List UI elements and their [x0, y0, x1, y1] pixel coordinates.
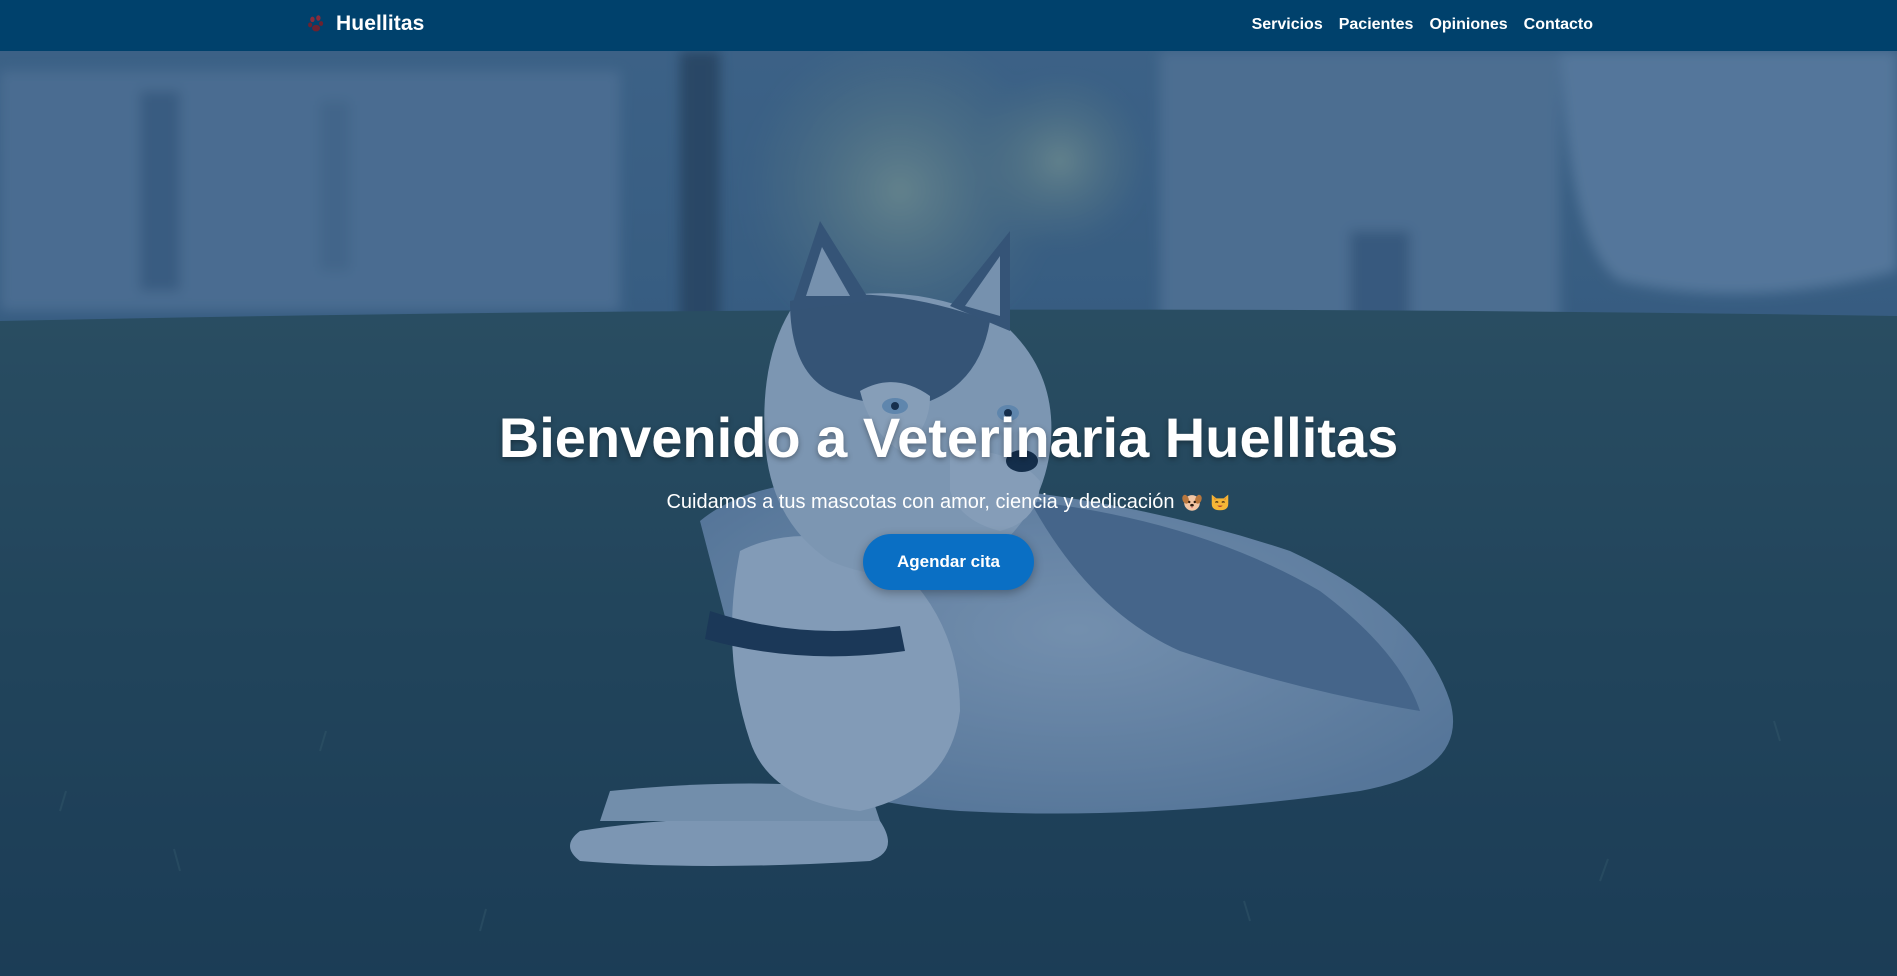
hero-content: Bienvenido a Veterinaria Huellitas Cuida…	[0, 51, 1897, 976]
dog-face-icon	[1181, 495, 1202, 512]
schedule-appointment-button[interactable]: Agendar cita	[863, 533, 1034, 590]
hero-subtitle: Cuidamos a tus mascotas con amor, cienci…	[666, 491, 1230, 514]
nav-item: Pacientes	[1339, 14, 1414, 34]
nav-link-pacientes[interactable]: Pacientes	[1339, 16, 1414, 33]
nav-link-opiniones[interactable]: Opiniones	[1429, 16, 1507, 33]
hero-section: Bienvenido a Veterinaria Huellitas Cuida…	[0, 51, 1897, 976]
cat-face-icon	[1211, 494, 1228, 511]
nav-menu: Servicios Pacientes Opiniones Contacto	[1252, 0, 1593, 48]
brand-name: Huellitas	[336, 12, 425, 35]
nav-link-servicios[interactable]: Servicios	[1252, 16, 1323, 33]
hero-subtitle-text: Cuidamos a tus mascotas con amor, cienci…	[666, 490, 1175, 513]
brand-logo-link[interactable]: Huellitas	[306, 0, 424, 48]
top-navbar: Huellitas Servicios Pacientes Opiniones …	[0, 0, 1897, 51]
nav-link-contacto[interactable]: Contacto	[1524, 16, 1593, 33]
nav-item: Servicios	[1252, 14, 1323, 34]
nav-item: Opiniones	[1429, 14, 1507, 34]
paw-icon	[308, 15, 324, 32]
hero-title: Bienvenido a Veterinaria Huellitas	[498, 406, 1399, 470]
nav-item: Contacto	[1524, 14, 1593, 34]
